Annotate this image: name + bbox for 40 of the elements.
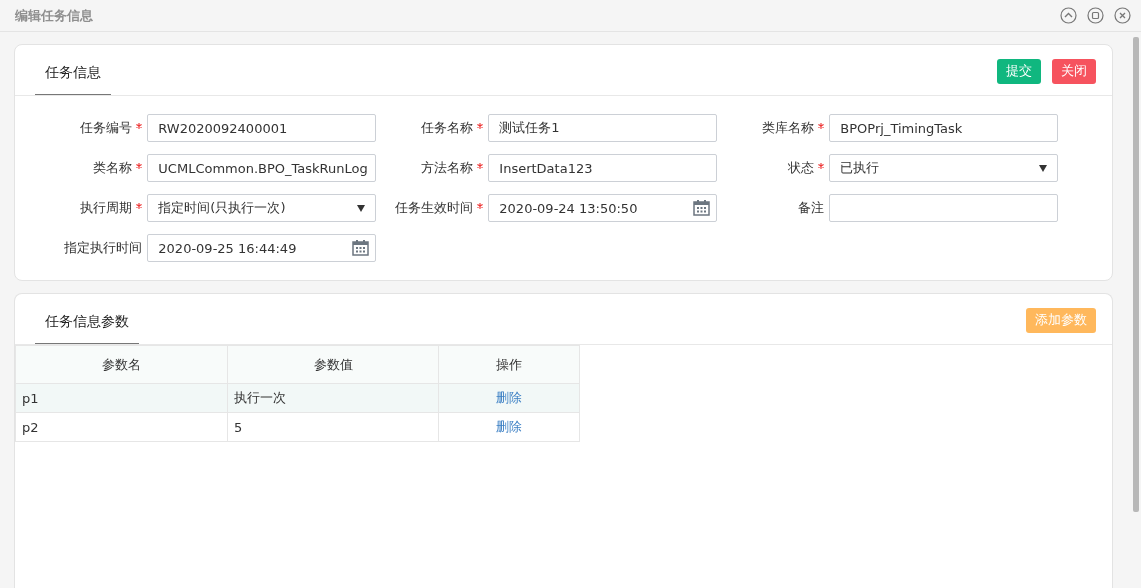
close-icon[interactable]: [1114, 7, 1131, 24]
column-header: 操作: [438, 345, 580, 384]
field-label: 状态: [788, 159, 815, 177]
column-header: 参数值: [227, 345, 439, 384]
input-field[interactable]: RW2020092400001: [147, 114, 376, 142]
calendar-icon[interactable]: [693, 200, 710, 216]
column-header: 参数名: [15, 345, 228, 384]
field-label: 执行周期: [80, 199, 133, 217]
field-label: 任务名称: [421, 119, 474, 137]
delete-link[interactable]: 删除: [438, 412, 580, 442]
select-field[interactable]: 已执行: [829, 154, 1058, 182]
calendar-icon[interactable]: [352, 240, 369, 256]
table-cell: 5: [227, 412, 439, 442]
dropdown-icon[interactable]: [357, 204, 365, 212]
table-cell: p1: [15, 383, 228, 413]
input-field[interactable]: BPOPrj_TimingTask: [829, 114, 1058, 142]
input-field[interactable]: InsertData123: [488, 154, 717, 182]
collapse-icon[interactable]: [1060, 7, 1077, 24]
field-label: 任务编号: [80, 119, 133, 137]
maximize-icon[interactable]: [1087, 7, 1104, 24]
field-label: 类名称: [93, 159, 133, 177]
input-field[interactable]: [829, 194, 1058, 222]
input-field[interactable]: 测试任务1: [488, 114, 717, 142]
dropdown-icon[interactable]: [1039, 164, 1047, 172]
field-label: 指定执行时间: [64, 239, 143, 257]
delete-link[interactable]: 删除: [438, 383, 580, 413]
date-field[interactable]: 2020-09-25 16:44:49: [147, 234, 376, 262]
window-title: 编辑任务信息: [15, 6, 93, 25]
date-field[interactable]: 2020-09-24 13:50:50: [488, 194, 717, 222]
scrollbar[interactable]: [1133, 37, 1139, 512]
field-label: 方法名称: [421, 159, 474, 177]
table-cell: 执行一次: [227, 383, 439, 413]
panel-tab[interactable]: 任务信息: [35, 47, 111, 95]
panel-tab[interactable]: 任务信息参数: [35, 296, 139, 344]
table-cell: p2: [15, 412, 228, 442]
field-label: 任务生效时间: [395, 199, 474, 217]
select-field[interactable]: 指定时间(只执行一次): [147, 194, 376, 222]
field-label: 备注: [798, 199, 825, 217]
field-label: 类库名称: [762, 119, 815, 137]
input-field[interactable]: UCMLCommon.BPO_TaskRunLog: [147, 154, 376, 182]
